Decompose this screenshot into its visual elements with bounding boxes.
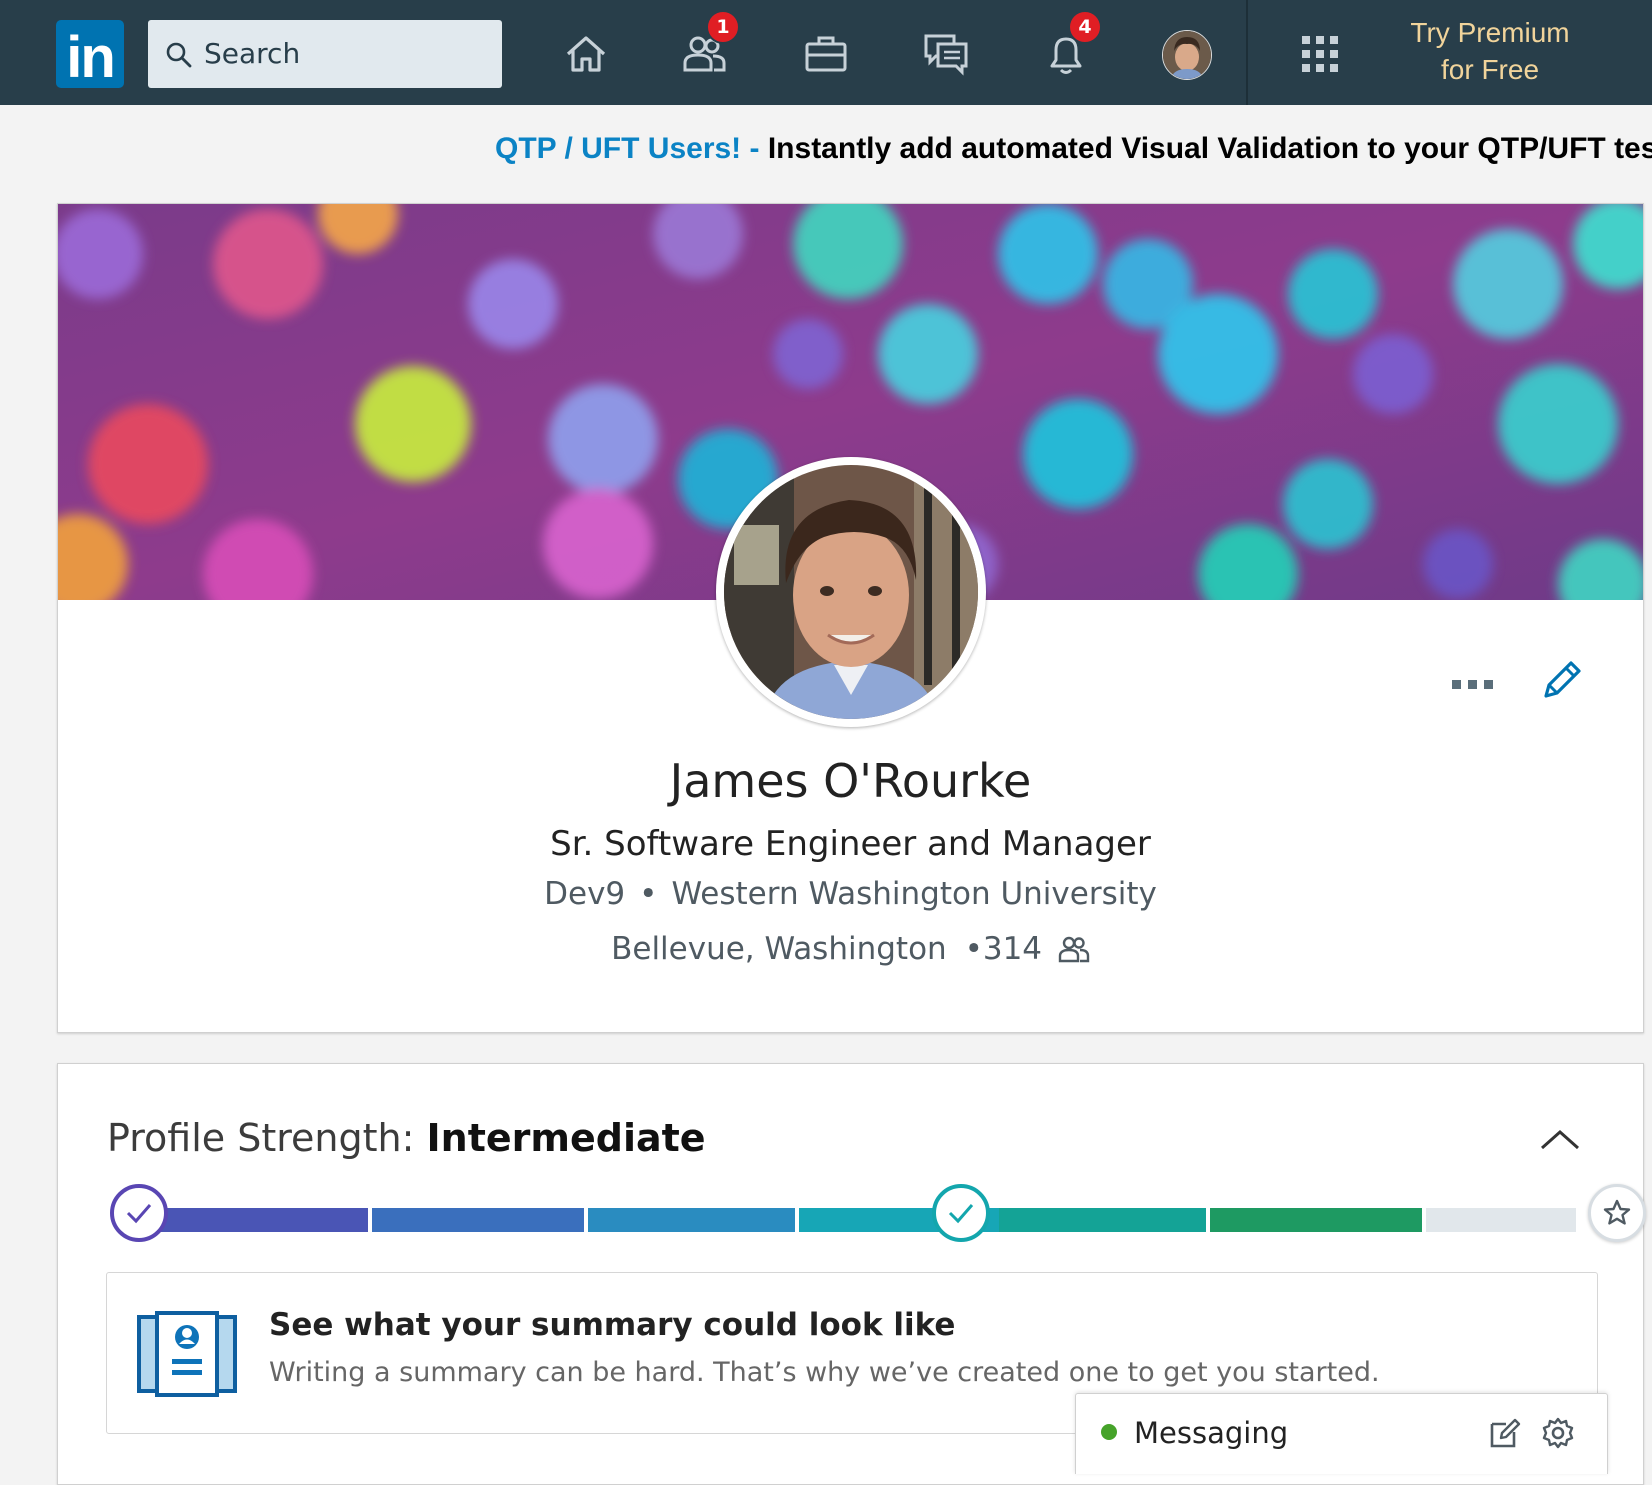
profile-strength-title: Profile Strength: Intermediate [107,1116,706,1160]
ad-link[interactable]: QTP / UFT Users! - [495,132,760,165]
step-intermediate-check [932,1184,990,1242]
messaging-label[interactable]: Messaging [1134,1416,1288,1450]
more-dot [1468,680,1477,689]
try-premium-link[interactable]: Try Premium for Free [1390,14,1590,88]
collapse-chevron-up-icon[interactable] [1538,1126,1582,1152]
check-icon [126,1204,152,1224]
premium-line-1: Try Premium [1410,17,1570,48]
profile-strength-level: Intermediate [426,1116,706,1160]
home-icon[interactable] [562,30,610,78]
online-status-dot [1101,1424,1117,1440]
search-placeholder: Search [204,37,301,70]
meter-segment-remaining [1426,1208,1576,1232]
step-beginner-check [110,1184,168,1242]
messaging-nav-icon[interactable] [922,30,970,78]
profile-company[interactable]: Dev9 [544,876,625,912]
premium-line-2: for Free [1440,54,1540,85]
gear-icon[interactable] [1541,1416,1575,1450]
ad-banner[interactable]: QTP / UFT Users! - Instantly add automat… [495,132,1652,166]
profile-location: Bellevue, Washington [611,931,947,967]
check-icon [948,1204,974,1224]
more-actions-button[interactable] [1450,664,1510,704]
top-navigation: in Search 1 4 Try Premium for Free [0,0,1652,105]
edit-pencil-icon[interactable] [1538,656,1586,704]
notifications-badge: 4 [1068,10,1102,44]
meter-segment [372,1208,584,1232]
separator: • [964,931,983,967]
star-icon [1603,1199,1631,1225]
linkedin-logo[interactable]: in [56,20,124,90]
messaging-overlay[interactable]: Messaging [1075,1393,1608,1474]
connections-icon [1058,936,1090,963]
profile-school[interactable]: Western Washington University [671,876,1156,912]
profile-company-school: Dev9 • Western Washington University [58,876,1643,912]
profile-name: James O'Rourke [669,754,1032,808]
profile-strength-label: Profile Strength: [107,1116,427,1160]
network-badge: 1 [706,10,740,44]
meter-segment [156,1208,368,1232]
search-icon [166,42,192,68]
profile-headline: Sr. Software Engineer and Manager [550,824,1151,864]
summary-title: See what your summary could look like [269,1307,956,1343]
me-avatar[interactable] [1162,30,1212,80]
step-all-star [1588,1184,1646,1242]
profile-photo[interactable] [716,457,986,727]
nav-divider [1246,0,1248,105]
profile-strength-meter [106,1184,1646,1244]
meter-segment [588,1208,795,1232]
work-grid-icon[interactable] [1296,30,1344,78]
separator: • [639,876,658,912]
search-input[interactable]: Search [148,20,502,88]
summary-profile-icon [137,1311,237,1397]
profile-location-line: Bellevue, Washington •314 [58,931,1643,967]
summary-text: Writing a summary can be hard. That’s wh… [269,1357,1380,1388]
more-dot [1452,680,1461,689]
meter-segment [999,1208,1206,1232]
meter-segment [1210,1208,1422,1232]
ad-text: Instantly add automated Visual Validatio… [767,132,1652,165]
compose-icon[interactable] [1488,1416,1522,1450]
jobs-icon[interactable] [802,30,850,78]
profile-top-card: James O'Rourke Sr. Software Engineer and… [57,203,1644,1033]
more-dot [1484,680,1493,689]
connections-count[interactable]: 314 [983,931,1042,967]
